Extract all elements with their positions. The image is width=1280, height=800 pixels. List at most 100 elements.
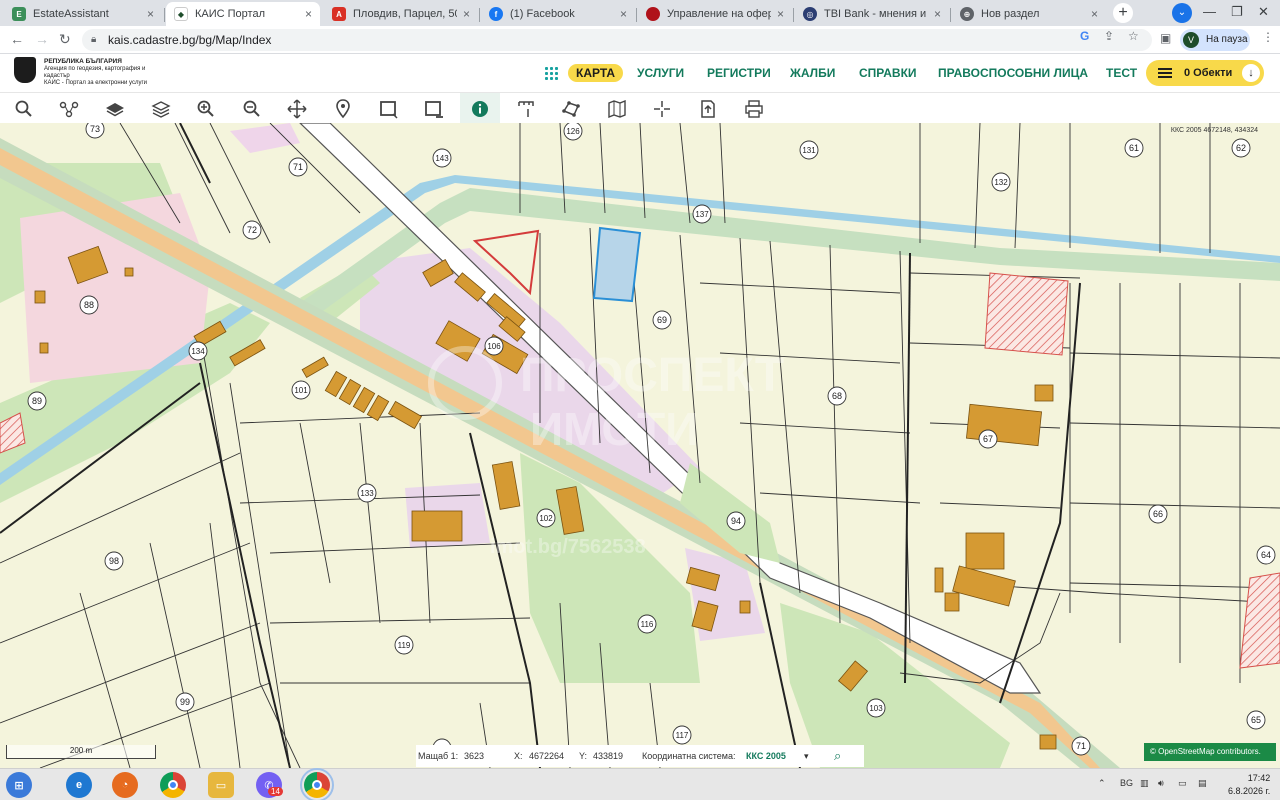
menu-item-reports[interactable]: СПРАВКИ [859,66,917,80]
battery-icon[interactable]: ▭ [1178,778,1187,789]
measure-area-icon[interactable] [551,93,591,124]
file-explorer-icon[interactable]: ▭ [208,772,234,798]
tab-facebook[interactable]: f (1) Facebook × [481,2,635,26]
site-header: РЕПУБЛИКА БЪЛГАРИЯ Агенция по геодезия, … [0,54,1280,92]
pan-move-icon[interactable] [277,93,317,124]
google-translate-icon[interactable]: G [1080,29,1089,43]
maximize-icon[interactable]: ❐ [1231,4,1243,20]
deselect-rectangle-icon[interactable] [414,93,454,124]
volume-icon[interactable]: 🔊︎ [1158,778,1164,789]
agency-logo-text: РЕПУБЛИКА БЪЛГАРИЯ Агенция по геодезия, … [44,58,147,86]
windows-start-icon[interactable]: ⊞ [6,772,32,798]
menu-item-map[interactable]: КАРТА [568,64,624,82]
location-pin-icon[interactable] [323,93,363,124]
tab-title: Управление на офертите [667,8,771,20]
network-nodes-icon[interactable] [49,93,89,124]
close-tab-icon[interactable]: × [1091,7,1098,21]
svg-text:71: 71 [1076,741,1086,751]
close-tab-icon[interactable]: × [620,7,627,21]
coat-of-arms-logo[interactable] [14,57,36,83]
lock-icon: 🔒︎ [91,34,97,45]
chevron-down-icon[interactable]: ▾ [804,751,809,762]
export-icon[interactable] [688,93,728,124]
close-tab-icon[interactable]: × [305,7,312,21]
close-tab-icon[interactable]: × [463,7,470,21]
crs-label: Координатна система: [642,751,736,761]
map-book-icon[interactable] [597,93,637,124]
system-clock[interactable]: 17:42 6.8.2026 г. [1228,772,1270,798]
objects-basket-button[interactable]: 0 Обекти ↓ [1146,60,1264,86]
selected-parcel[interactable] [592,226,642,303]
parcel-label-69: 69 [652,310,672,330]
svg-text:106: 106 [487,342,501,351]
parcel-label-89: 89 [27,391,47,411]
tab-estateassistant[interactable]: E EstateAssistant × [4,2,162,26]
network-icon[interactable]: ▥ [1140,778,1149,789]
close-tab-icon[interactable]: × [934,7,941,21]
forward-arrow-icon[interactable]: → [35,31,49,47]
measure-distance-icon[interactable] [506,93,546,124]
profile-button[interactable]: V На пауза [1180,29,1250,51]
search-icon[interactable] [4,93,44,124]
chrome-active-icon[interactable] [300,768,334,800]
tab-offers[interactable]: Управление на офертите × [638,2,792,26]
download-arrow-icon[interactable]: ↓ [1242,64,1260,82]
menu-item-test[interactable]: ТЕСТ [1106,66,1137,80]
language-indicator[interactable]: BG [1120,778,1133,788]
new-tab-button[interactable]: + [1113,3,1133,23]
hatched-parcel [984,272,1069,356]
side-panel-icon[interactable]: ▣ [1160,31,1171,45]
tab-title: Пловдив, Парцел, 5000 кв. [353,8,457,20]
svg-text:64: 64 [1261,550,1271,560]
svg-text:99: 99 [180,697,190,707]
select-rectangle-icon[interactable] [369,93,409,124]
menu-item-registers[interactable]: РЕГИСТРИ [707,66,771,80]
internet-explorer-icon[interactable]: e [66,772,92,798]
search-icon[interactable]: ⌕ [834,748,841,764]
apps-grid-icon[interactable] [545,67,559,81]
menu-item-complaints[interactable]: ЖАЛБИ [790,66,835,80]
tab-plovdiv-parcel[interactable]: A Пловдив, Парцел, 5000 кв. × [324,2,478,26]
parcel-label-71: 71 [288,157,308,177]
print-icon[interactable] [734,93,774,124]
tab-kais-portal[interactable]: ◆ КАИС Портал × [166,2,320,26]
cadastral-map[interactable]: ПРОСПЕКТ ИМОТИ imot.bg/7562538 73 126 131 6… [0,123,1280,768]
tbi-favicon-icon: ◎ [803,7,817,21]
reload-icon[interactable]: ↻ [59,31,71,48]
back-arrow-icon[interactable]: ← [10,31,24,47]
crosshair-coordinates-icon[interactable] [642,93,682,124]
close-tab-icon[interactable]: × [777,7,784,21]
svg-text:imot.bg/7562538: imot.bg/7562538 [490,536,646,558]
info-icon[interactable] [460,93,500,124]
layers-icon[interactable] [141,93,181,124]
zoom-in-icon[interactable] [186,93,226,124]
tray-chevron-icon[interactable]: ⌃ [1098,778,1106,789]
imot-favicon-icon: A [332,7,346,21]
notifications-icon[interactable]: ▤ [1198,778,1207,789]
crs-select[interactable]: ККС 2005 [746,751,786,761]
browser-menu-icon[interactable]: ⋮ [1262,30,1274,44]
bookmark-star-icon[interactable]: ☆ [1128,29,1139,43]
firefox-icon[interactable]: ◔ [112,772,138,798]
chrome-icon[interactable] [160,772,186,798]
zoom-out-icon[interactable] [232,93,272,124]
svg-text:98: 98 [109,556,119,566]
base-layers-icon[interactable] [95,93,135,124]
menu-item-services[interactable]: УСЛУГИ [637,66,684,80]
address-bar[interactable]: 🔒︎ kais.cadastre.bg/bg/Map/Index [82,29,1152,51]
close-window-icon[interactable]: ✕ [1258,4,1269,20]
tab-tbi-bank[interactable]: ◎ TBI Bank - мнения и пълна × [795,2,949,26]
minimize-icon[interactable]: — [1203,4,1216,19]
svg-text:116: 116 [641,620,654,629]
osm-attribution[interactable]: © OpenStreetMap contributors. [1144,743,1276,761]
tab-search-chevron-icon[interactable]: ⌄ [1172,3,1192,23]
map-canvas[interactable]: ПРОСПЕКТ ИМОТИ imot.bg/7562538 73 126 131 6… [0,123,1280,768]
svg-text:126: 126 [566,127,580,136]
close-tab-icon[interactable]: × [147,7,154,21]
share-icon[interactable]: ⇪ [1104,29,1114,43]
menu-item-licensed-persons[interactable]: ПРАВОСПОСОБНИ ЛИЦА [938,66,1088,80]
parcel-label-99: 99 [175,692,195,712]
tab-new-section[interactable]: ⊕ Нов раздел × [952,2,1106,26]
parcel-label-103: 103 [866,698,886,718]
parcel-label-66: 66 [1148,504,1168,524]
